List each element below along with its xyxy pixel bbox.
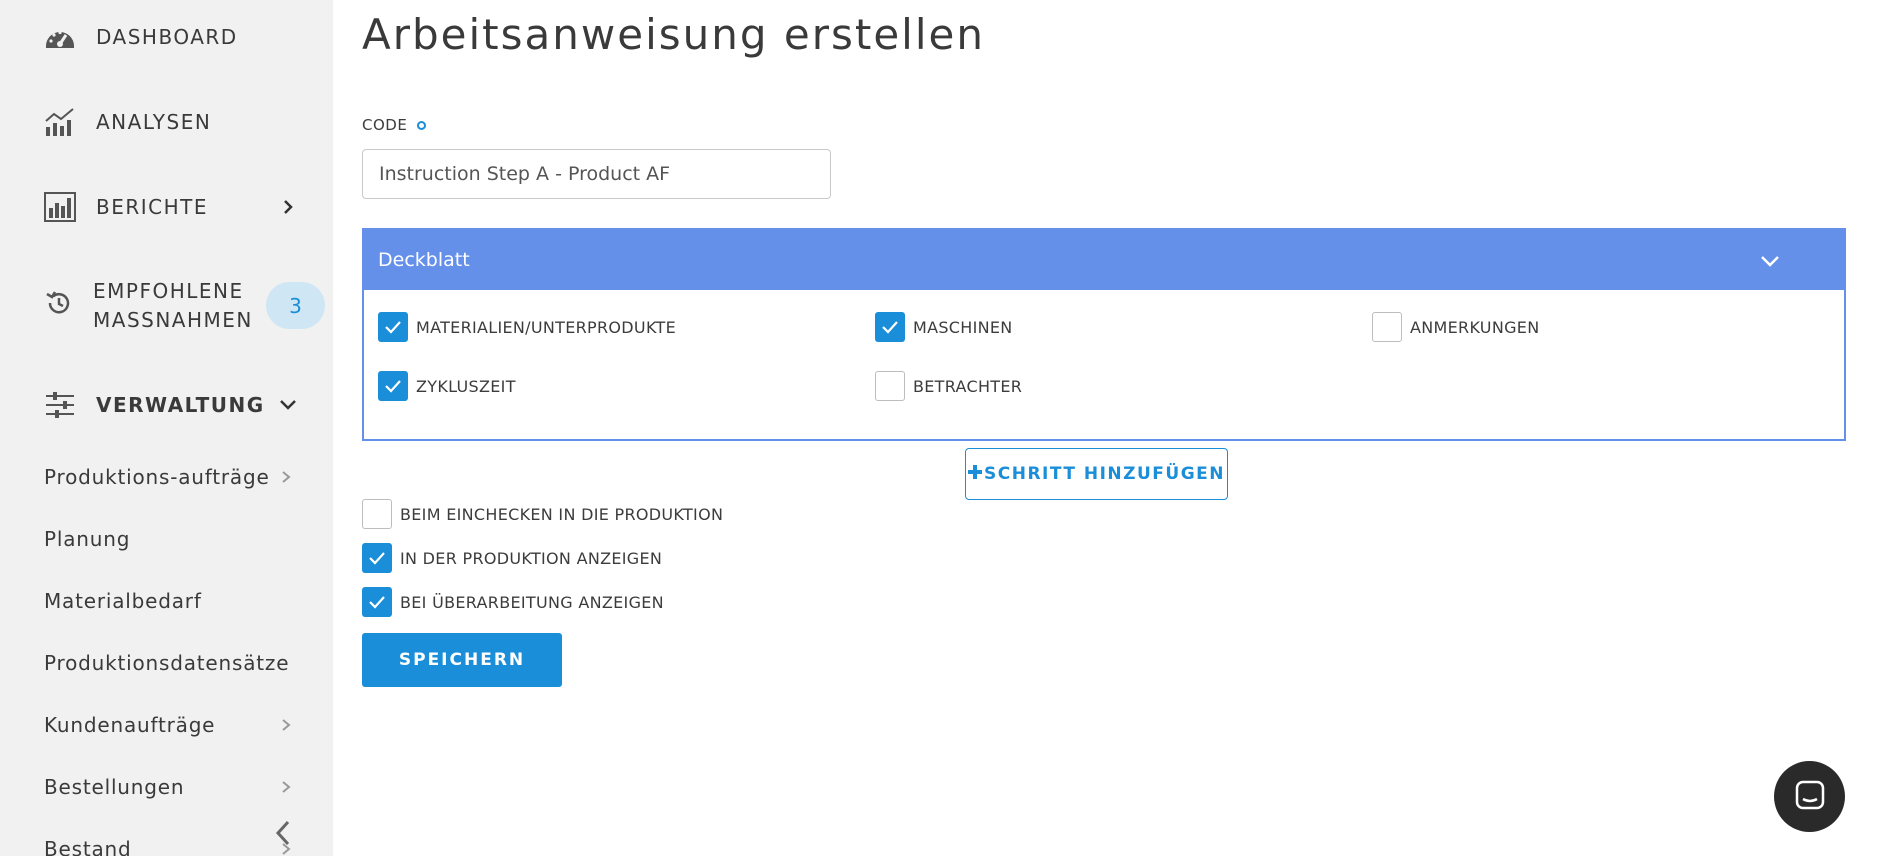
sliders-icon [44,389,76,421]
chevron-right-icon [278,469,294,485]
sidebar-item-produktionsauftraege[interactable]: Produktions-aufträge [44,462,314,492]
chevron-right-icon [278,197,298,217]
sidebar-item-label: Planung [44,527,131,551]
checkbox-label: IN DER PRODUKTION ANZEIGEN [400,548,663,568]
checkbox-label: MASCHINEN [913,317,1013,337]
chevron-down-icon [278,395,298,415]
sidebar-item-bestellungen[interactable]: Bestellungen [44,772,314,802]
main-content: Arbeitsanweisung erstellen CODE Deckblat… [333,0,1893,856]
collapse-sidebar-button[interactable] [268,820,298,850]
sidebar-item-produktionsdatensaetze[interactable]: Produktionsdatensätze [44,648,314,678]
sidebar-item-label: Materialbedarf [44,589,202,613]
checkbox-in-der-produktion-anzeigen[interactable]: IN DER PRODUKTION ANZEIGEN [362,543,662,573]
checkbox-maschinen[interactable]: MASCHINEN [875,312,1013,342]
deckblatt-panel-title: Deckblatt [378,249,470,271]
chevron-right-icon [278,779,294,795]
nav-item-empfohlene-massnahmen[interactable]: EMPFOHLENE MASSNAHMEN 3 [0,275,333,335]
checkbox-materialien-unterprodukte[interactable]: MATERIALIEN/UNTERPRODUKTE [378,312,676,342]
sidebar-item-materialbedarf[interactable]: Materialbedarf [44,586,314,616]
nav-label-verwaltung: VERWALTUNG [96,393,265,417]
history-icon [44,289,72,321]
nav-label-dashboard: DASHBOARD [96,25,238,49]
deckblatt-panel-header[interactable]: Deckblatt [364,230,1844,290]
bar-chart-icon [44,191,76,223]
chevron-right-icon [278,717,294,733]
checkbox-unchecked-icon[interactable] [1372,312,1402,342]
sidebar-item-label: Produktionsdatensätze [44,651,290,675]
checkbox-label: BEIM EINCHECKEN IN DIE PRODUKTION [400,504,724,524]
checkbox-zykluszeit[interactable]: ZYKLUSZEIT [378,371,516,401]
checkbox-label: BEI ÜBERARBEITUNG ANZEIGEN [400,592,664,612]
checkbox-label: ANMERKUNGEN [1410,317,1540,337]
checkbox-checked-icon[interactable] [378,371,408,401]
nav-item-dashboard[interactable]: DASHBOARD [0,17,333,57]
add-step-button[interactable]: SCHRITT HINZUFÜGEN [965,448,1228,500]
add-step-label: SCHRITT HINZUFÜGEN [984,464,1225,484]
sidebar-item-label: Bestellungen [44,775,185,799]
sidebar-item-kundenauftraege[interactable]: Kundenaufträge [44,710,314,740]
save-button[interactable]: SPEICHERN [362,633,562,687]
nav-label-berichte: BERICHTE [96,195,209,219]
chat-launcher-button[interactable] [1774,761,1845,832]
nav-label-empfohlene-1: EMPFOHLENE [93,279,244,303]
sidebar-item-planung[interactable]: Planung [44,524,314,554]
chevron-down-icon [1758,249,1782,273]
speedometer-icon [44,21,76,53]
sidebar: DASHBOARD ANALYSEN BERICHTE EMPFOHLENE M… [0,0,333,856]
checkbox-label: BETRACHTER [913,376,1023,396]
plus-icon [968,464,982,484]
checkbox-label: ZYKLUSZEIT [416,376,516,396]
page-title: Arbeitsanweisung erstellen [362,10,985,59]
checkbox-checked-icon[interactable] [378,312,408,342]
checkbox-unchecked-icon[interactable] [875,371,905,401]
checkbox-anmerkungen[interactable]: ANMERKUNGEN [1372,312,1539,342]
checkbox-checked-icon[interactable] [875,312,905,342]
checkbox-label: MATERIALIEN/UNTERPRODUKTE [416,317,676,337]
nav-label-empfohlene-2: MASSNAHMEN [93,308,253,332]
checkbox-bei-ueberarbeitung-anzeigen[interactable]: BEI ÜBERARBEITUNG ANZEIGEN [362,587,664,617]
checkbox-unchecked-icon[interactable] [362,499,392,529]
checkbox-checked-icon[interactable] [362,543,392,573]
sidebar-item-label: Bestand [44,837,132,856]
chat-icon [1795,780,1825,814]
deckblatt-panel: Deckblatt MATERIALIEN/UNTERPRODUKTE MASC… [362,228,1846,441]
nav-label-analysen: ANALYSEN [96,110,212,134]
nav-item-verwaltung[interactable]: VERWALTUNG [0,385,333,425]
chevron-left-icon [275,820,291,850]
code-input[interactable] [362,149,831,199]
code-field-label: CODE [362,116,427,134]
line-chart-icon [44,106,76,138]
nav-item-berichte[interactable]: BERICHTE [0,187,333,227]
required-indicator-icon [417,120,427,130]
code-label-text: CODE [362,116,408,134]
checkbox-checked-icon[interactable] [362,587,392,617]
sidebar-item-label: Kundenaufträge [44,713,216,737]
nav-item-analysen[interactable]: ANALYSEN [0,102,333,142]
checkbox-beim-einchecken[interactable]: BEIM EINCHECKEN IN DIE PRODUKTION [362,499,723,529]
checkbox-betrachter[interactable]: BETRACHTER [875,371,1022,401]
sidebar-item-label: Produktions-aufträge [44,465,270,489]
recommendations-count-badge: 3 [266,282,325,329]
